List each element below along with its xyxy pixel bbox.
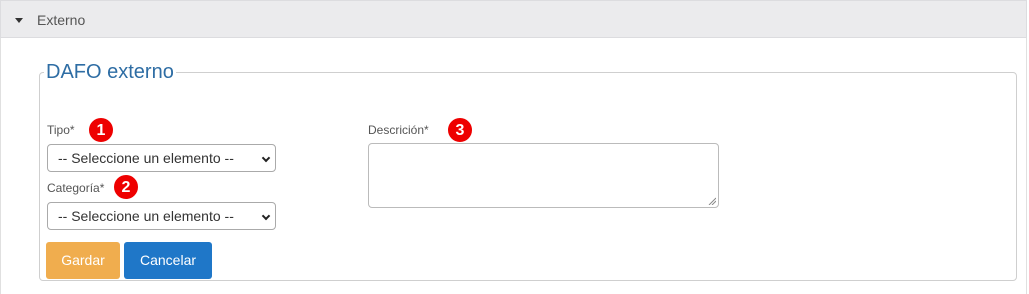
tipo-label: Tipo* <box>47 123 75 137</box>
descripcion-label: Descrición* <box>368 123 429 137</box>
categoria-label: Categoría* <box>47 181 104 195</box>
categoria-label-text: Categoría <box>47 181 100 195</box>
annotation-badge-2: 2 <box>113 174 139 200</box>
required-mark: * <box>424 123 429 137</box>
cancel-button[interactable]: Cancelar <box>124 242 212 279</box>
accordion-title[interactable]: Externo <box>37 12 85 28</box>
fieldset-legend: DAFO externo <box>46 61 174 83</box>
accordion-header-externo[interactable]: Externo <box>0 0 1027 38</box>
resize-grip-icon[interactable] <box>708 197 716 205</box>
descripcion-label-text: Descrición <box>368 123 425 137</box>
annotation-badge-1: 1 <box>88 117 114 143</box>
tipo-select-value: -- Seleccione un elemento -- <box>58 150 234 166</box>
descripcion-textarea[interactable] <box>368 143 719 208</box>
chevron-down-icon <box>261 211 271 221</box>
annotation-badge-3: 3 <box>447 117 473 143</box>
tipo-label-text: Tipo <box>47 123 70 137</box>
save-button[interactable]: Gardar <box>46 242 120 279</box>
categoria-select-value: -- Seleccione un elemento -- <box>58 208 234 224</box>
caret-down-icon[interactable] <box>15 18 23 23</box>
chevron-down-icon <box>261 153 271 163</box>
required-mark: * <box>99 181 105 195</box>
tipo-select[interactable]: -- Seleccione un elemento -- <box>47 144 276 172</box>
required-mark: * <box>69 123 75 137</box>
categoria-select[interactable]: -- Seleccione un elemento -- <box>47 202 276 230</box>
